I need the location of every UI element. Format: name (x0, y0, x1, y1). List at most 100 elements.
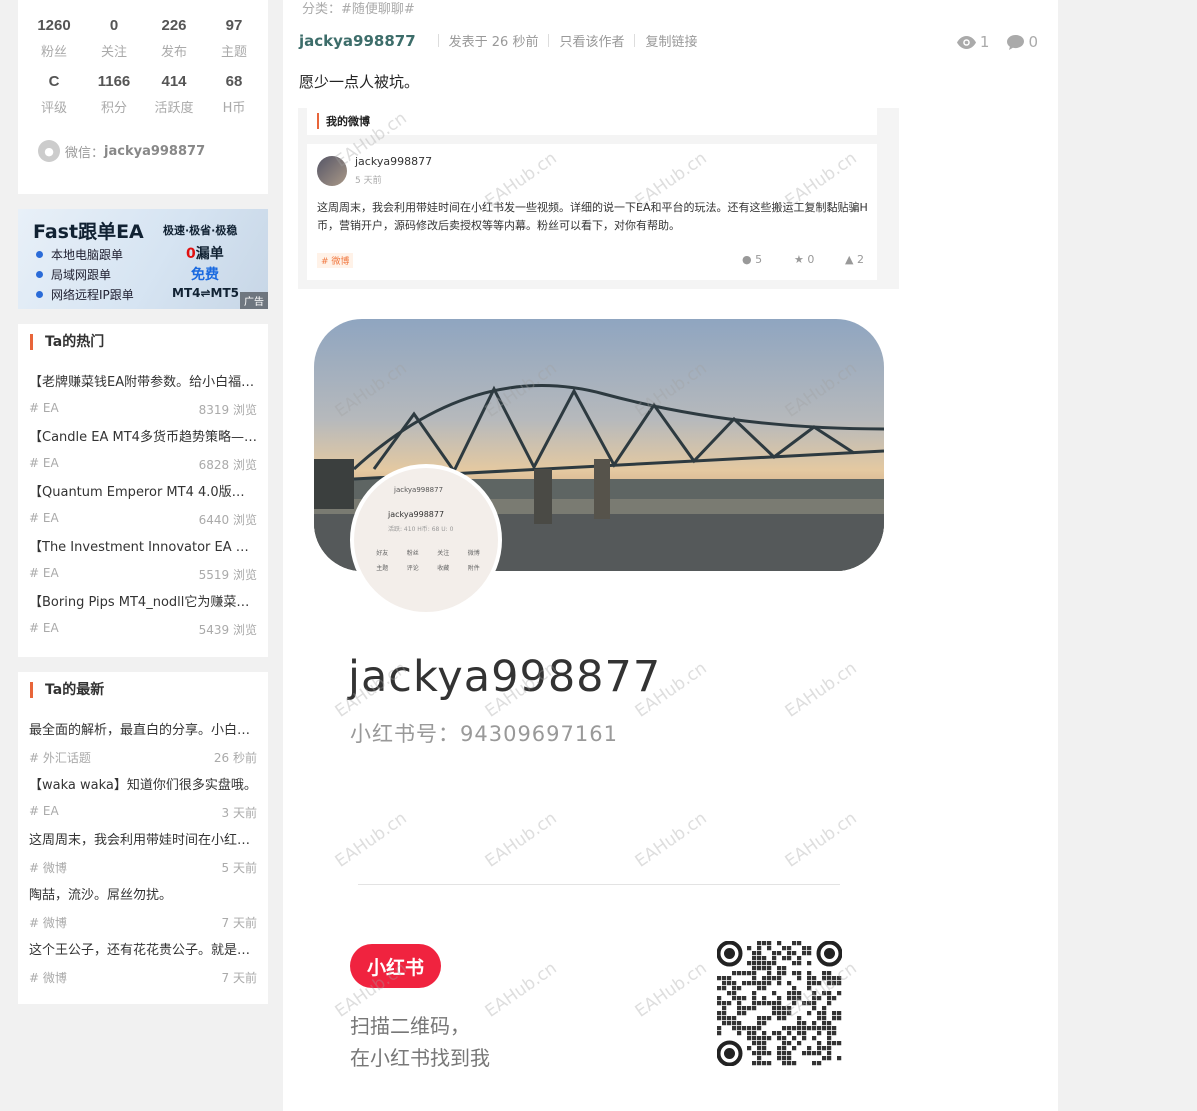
weibo-post: jackya998877 5 天前 这周周末，我会利用带娃时间在小红书发一些视频… (307, 144, 877, 280)
ad-feature-label: 局域网跟单 (51, 268, 112, 282)
ad-banner[interactable]: Fast跟单EA 极速·极省·极稳 本地电脑跟单 局域网跟单 网络远程IP跟单 … (18, 209, 268, 309)
bullet-icon (36, 291, 43, 298)
ad-feature-label: 网络远程IP跟单 (51, 288, 134, 302)
stat-following[interactable]: 0 关注 (84, 15, 144, 60)
stat-value: C (48, 73, 60, 90)
stat-posts[interactable]: 226 发布 (144, 15, 204, 60)
eye-icon (956, 35, 976, 49)
scan-instruction-2: 在小红书找到我 (350, 1046, 490, 1070)
stat-label: H币 (222, 101, 246, 116)
wechat-contact: ● 微信： jackya998877 (38, 140, 205, 162)
list-item[interactable]: 【The Investment Innovator EA MT4】 # EA 551… (29, 539, 257, 583)
list-item-time: 7 天前 (221, 916, 257, 930)
divider (548, 34, 550, 47)
list-item[interactable]: 陶喆，流沙。屌丝勿扰。 # 微博 7 天前 (29, 887, 257, 931)
ad-no-miss: 0漏单 (186, 243, 224, 263)
list-item[interactable]: 【老牌赚菜钱EA附带参数。给小白福利】 # EA 8319 浏览 (29, 374, 257, 418)
list-item[interactable]: 这个王公子，还有花花贵公子。就是这样的 # 微博 7 天前 (29, 942, 257, 986)
list-item[interactable]: 【Boring Pips MT4_nodll它为赚菜钱】 # EA 5439 浏览 (29, 594, 257, 638)
wechat-label: 微信： (65, 145, 105, 161)
list-item[interactable]: 这周周末，我会利用带娃时间在小红书发一些 # 微博 5 天前 (29, 832, 257, 876)
mini-menu-item: 好友 (376, 550, 389, 557)
list-item-title[interactable]: 这周周末，我会利用带娃时间在小红书发一些 (29, 832, 257, 850)
view-count: 1 (979, 33, 990, 51)
stat-value: 97 (225, 17, 243, 34)
mini-menu-item: 评论 (406, 565, 419, 572)
ad-feature: 网络远程IP跟单 (36, 286, 134, 303)
list-item-time: 5 天前 (221, 861, 257, 875)
stat-label: 关注 (100, 45, 127, 60)
list-item-tag[interactable]: # EA (29, 621, 59, 638)
list-item[interactable]: 【Candle EA MT4多货币趋势策略—独家】 # EA 6828 浏览 (29, 429, 257, 473)
weibo-comments: ● 5 (742, 253, 762, 266)
stat-label: 粉丝 (40, 45, 67, 60)
list-item-title[interactable]: 【老牌赚菜钱EA附带参数。给小白福利】 (29, 374, 257, 392)
list-item-time: 7 天前 (221, 971, 257, 985)
list-item-tag[interactable]: # 微博 (29, 859, 67, 876)
stat-label: 评级 (40, 101, 67, 116)
ad-title: Fast跟单EA (33, 221, 144, 243)
stat-points: 1166 积分 (84, 71, 144, 116)
ad-mt-label: MT4⇌MT5 (172, 286, 240, 300)
only-author-link[interactable]: 只看该作者 (559, 31, 624, 50)
stat-label: 活跃度 (154, 101, 194, 116)
author-link[interactable]: jackya998877 (299, 32, 416, 50)
stat-value: 414 (161, 73, 187, 90)
list-item-title[interactable]: 【Quantum Emperor MT4 4.0版，黄金】 (29, 484, 257, 502)
latest-posts-card: Ta的最新 最全面的解析，最直白的分享。小白也能懂 # 外汇话题 26 秒前 【wa… (18, 672, 268, 1004)
list-item-tag[interactable]: # EA (29, 566, 59, 583)
stats-row-2: C 评级 1166 积分 414 活跃度 68 H币 (18, 71, 268, 116)
list-item-tag[interactable]: # EA (29, 401, 59, 418)
stat-value: 0 (109, 17, 119, 34)
copy-link-button[interactable]: 复制链接 (645, 31, 697, 50)
list-item-tag[interactable]: # EA (29, 511, 59, 528)
stat-value: 226 (161, 17, 187, 34)
xiaohongshu-logo: 小红书 (350, 944, 441, 988)
mini-stats: 活跃: 410 H币: 68 U: 0 (388, 526, 454, 533)
mini-username-top: jackya998877 (394, 486, 444, 494)
weibo-header: 我的微博 (307, 108, 877, 135)
list-item-title[interactable]: 【Candle EA MT4多货币趋势策略—独家】 (29, 429, 257, 447)
list-item-tag[interactable]: # 外汇话题 (29, 749, 91, 766)
list-item-title[interactable]: 这个王公子，还有花花贵公子。就是这样的 (29, 942, 257, 960)
ad-feature: 局域网跟单 (36, 266, 111, 283)
hot-posts-card: Ta的热门 【老牌赚菜钱EA附带参数。给小白福利】 # EA 8319 浏览 【Ca… (18, 324, 268, 657)
list-item[interactable]: 【waka waka】知道你们很多实盘哦。 # EA 3 天前 (29, 777, 257, 821)
wechat-icon: ● (38, 140, 60, 162)
list-item-title[interactable]: 陶喆，流沙。屌丝勿扰。 (29, 887, 257, 905)
bullet-icon (36, 271, 43, 278)
list-item[interactable]: 最全面的解析，最直白的分享。小白也能懂 # 外汇话题 26 秒前 (29, 722, 257, 766)
list-item-tag[interactable]: # EA (29, 456, 59, 473)
list-item-title[interactable]: 【The Investment Innovator EA MT4】 (29, 539, 257, 557)
ad-corner-label: 广告 (240, 292, 268, 309)
stat-topics[interactable]: 97 主题 (204, 15, 264, 60)
list-item-title[interactable]: 最全面的解析，最直白的分享。小白也能懂 (29, 722, 257, 740)
post-content: 愿少一点人被坑。 (299, 73, 420, 91)
weibo-stars: ★ 0 (794, 253, 814, 266)
xhs-id: 小红书号：94309697161 (350, 722, 618, 746)
post-category[interactable]: 分类：#随便聊聊# (302, 0, 415, 17)
ad-tagline: 极速·极省·极稳 (163, 224, 238, 237)
weibo-time: 5 天前 (355, 176, 382, 186)
ad-feature-label: 本地电脑跟单 (51, 248, 124, 262)
thumbs-up-icon: ▲ (845, 253, 854, 266)
list-item[interactable]: 【Quantum Emperor MT4 4.0版，黄金】 # EA 6440 浏览 (29, 484, 257, 528)
stat-hcoin: 68 H币 (204, 71, 264, 116)
list-item-tag[interactable]: # 微博 (29, 914, 67, 931)
stat-value: 68 (225, 73, 243, 90)
list-item-tag[interactable]: # EA (29, 804, 59, 821)
ad-feature: 本地电脑跟单 (36, 246, 123, 263)
ad-free: 免费 (191, 267, 219, 283)
post-meta: jackya998877 发表于 26 秒前 只看该作者 复制链接 (299, 31, 698, 51)
list-item-time: 26 秒前 (213, 751, 257, 765)
list-item-title[interactable]: 【Boring Pips MT4_nodll它为赚菜钱】 (29, 594, 257, 612)
list-item-tag[interactable]: # 微博 (29, 969, 67, 986)
mini-menu-item: 收藏 (437, 565, 450, 572)
comment-icon[interactable] (1007, 34, 1025, 50)
list-item-title[interactable]: 【waka waka】知道你们很多实盘哦。 (29, 777, 257, 795)
weibo-comment-count: 5 (755, 253, 763, 266)
list-item-views: 5519 浏览 (198, 568, 257, 582)
stat-fans[interactable]: 1260 粉丝 (24, 15, 84, 60)
weibo-header-title: 我的微博 (317, 113, 370, 129)
list-item-views: 8319 浏览 (198, 403, 257, 417)
